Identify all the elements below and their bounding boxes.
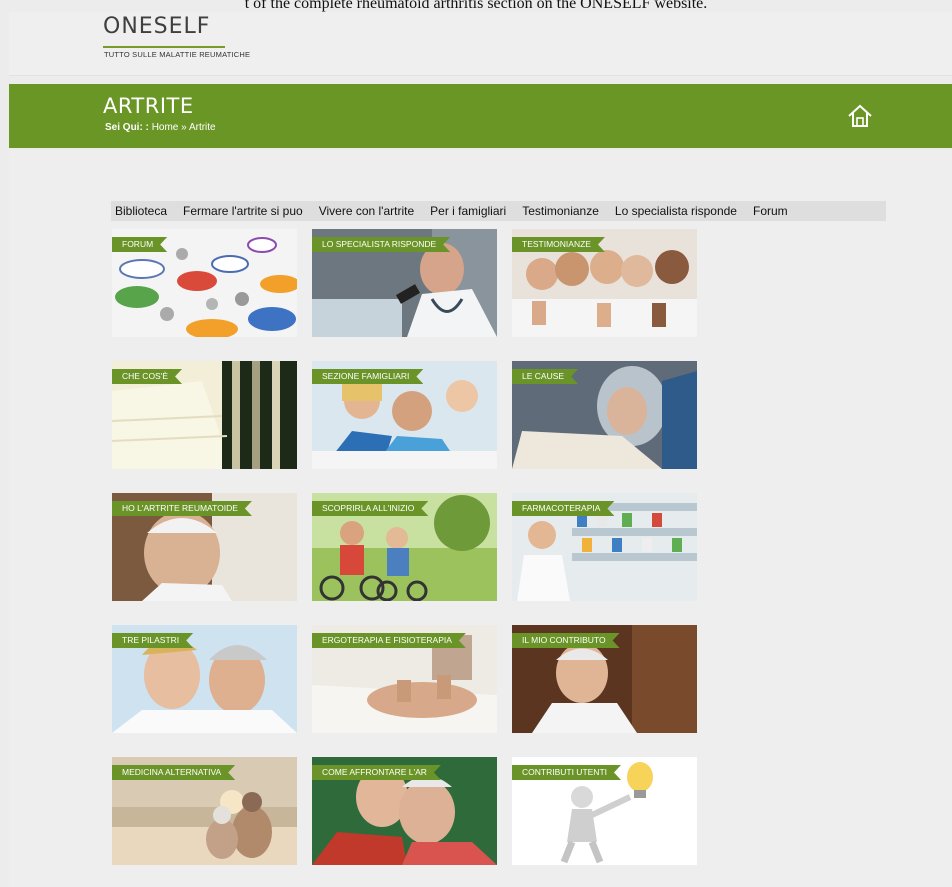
home-icon[interactable]	[846, 102, 874, 130]
tile-label: TRE PILASTRI	[112, 633, 193, 648]
menu-item-specialista[interactable]: Lo specialista risponde	[615, 204, 737, 218]
site-header: ONESELF TUTTO SULLE MALATTIE REUMATICHE	[9, 12, 952, 76]
tile-label: SEZIONE FAMIGLIARI	[312, 369, 423, 384]
tile-label: IL MIO CONTRIBUTO	[512, 633, 620, 648]
breadcrumb-prefix: Sei Qui: :	[105, 122, 149, 133]
tile-scoprirla[interactable]: SCOPRIRLA ALL'INIZIO	[312, 493, 497, 601]
tile-label: FORUM	[112, 237, 167, 252]
tile-label: LE CAUSE	[512, 369, 578, 384]
tile-label: FARMACOTERAPIA	[512, 501, 614, 516]
page-banner: ARTRITE Sei Qui: : Home » Artrite	[9, 84, 952, 148]
tile-famigliari[interactable]: SEZIONE FAMIGLIARI	[312, 361, 497, 469]
tile-label: ERGOTERAPIA E FISIOTERAPIA	[312, 633, 466, 648]
tile-label: LO SPECIALISTA RISPONDE	[312, 237, 450, 252]
page-title: ARTRITE	[103, 94, 194, 118]
tile-label: MEDICINA ALTERNATIVA	[112, 765, 235, 780]
content-area: Biblioteca Fermare l'artrite si puo Vive…	[9, 150, 952, 887]
tile-mio-contributo[interactable]: IL MIO CONTRIBUTO	[512, 625, 697, 733]
tile-label: HO L'ARTRITE REUMATOIDE	[112, 501, 252, 516]
tile-label: CONTRIBUTI UTENTI	[512, 765, 621, 780]
logo-underline	[103, 46, 225, 48]
tile-tre-pilastri[interactable]: TRE PILASTRI	[112, 625, 297, 733]
tile-farmacoterapia[interactable]: FARMACOTERAPIA	[512, 493, 697, 601]
tile-che-cose[interactable]: CHE COS'È	[112, 361, 297, 469]
site-logo[interactable]: ONESELF	[103, 14, 210, 39]
tile-come-affrontare[interactable]: COME AFFRONTARE L'AR	[312, 757, 497, 865]
tile-label: SCOPRIRLA ALL'INIZIO	[312, 501, 428, 516]
tile-ho-artrite[interactable]: HO L'ARTRITE REUMATOIDE	[112, 493, 297, 601]
menu-item-famigliari[interactable]: Per i famigliari	[430, 204, 506, 218]
breadcrumb-separator: »	[181, 122, 187, 133]
menu-item-fermare[interactable]: Fermare l'artrite si puo	[183, 204, 303, 218]
breadcrumb: Sei Qui: : Home » Artrite	[105, 122, 216, 133]
tile-label: COME AFFRONTARE L'AR	[312, 765, 441, 780]
menu-item-forum[interactable]: Forum	[753, 204, 788, 218]
tile-contributi-utenti[interactable]: CONTRIBUTI UTENTI	[512, 757, 697, 865]
menu-item-biblioteca[interactable]: Biblioteca	[115, 204, 167, 218]
tile-le-cause[interactable]: LE CAUSE	[512, 361, 697, 469]
tile-label: TESTIMONIANZE	[512, 237, 605, 252]
tile-ergoterapia[interactable]: ERGOTERAPIA E FISIOTERAPIA	[312, 625, 497, 733]
tile-specialista[interactable]: LO SPECIALISTA RISPONDE	[312, 229, 497, 337]
breadcrumb-home-link[interactable]: Home	[152, 122, 179, 133]
site-tagline: TUTTO SULLE MALATTIE REUMATICHE	[104, 50, 251, 59]
breadcrumb-current: Artrite	[188, 122, 216, 133]
tile-forum[interactable]: FORUM	[112, 229, 297, 337]
tile-label: CHE COS'È	[112, 369, 182, 384]
tile-medicina-alternativa[interactable]: MEDICINA ALTERNATIVA	[112, 757, 297, 865]
menu-item-vivere[interactable]: Vivere con l'artrite	[319, 204, 414, 218]
menu-item-testimonianze[interactable]: Testimonianze	[522, 204, 599, 218]
tile-testimonianze[interactable]: TESTIMONIANZE	[512, 229, 697, 337]
section-menu: Biblioteca Fermare l'artrite si puo Vive…	[111, 201, 886, 221]
